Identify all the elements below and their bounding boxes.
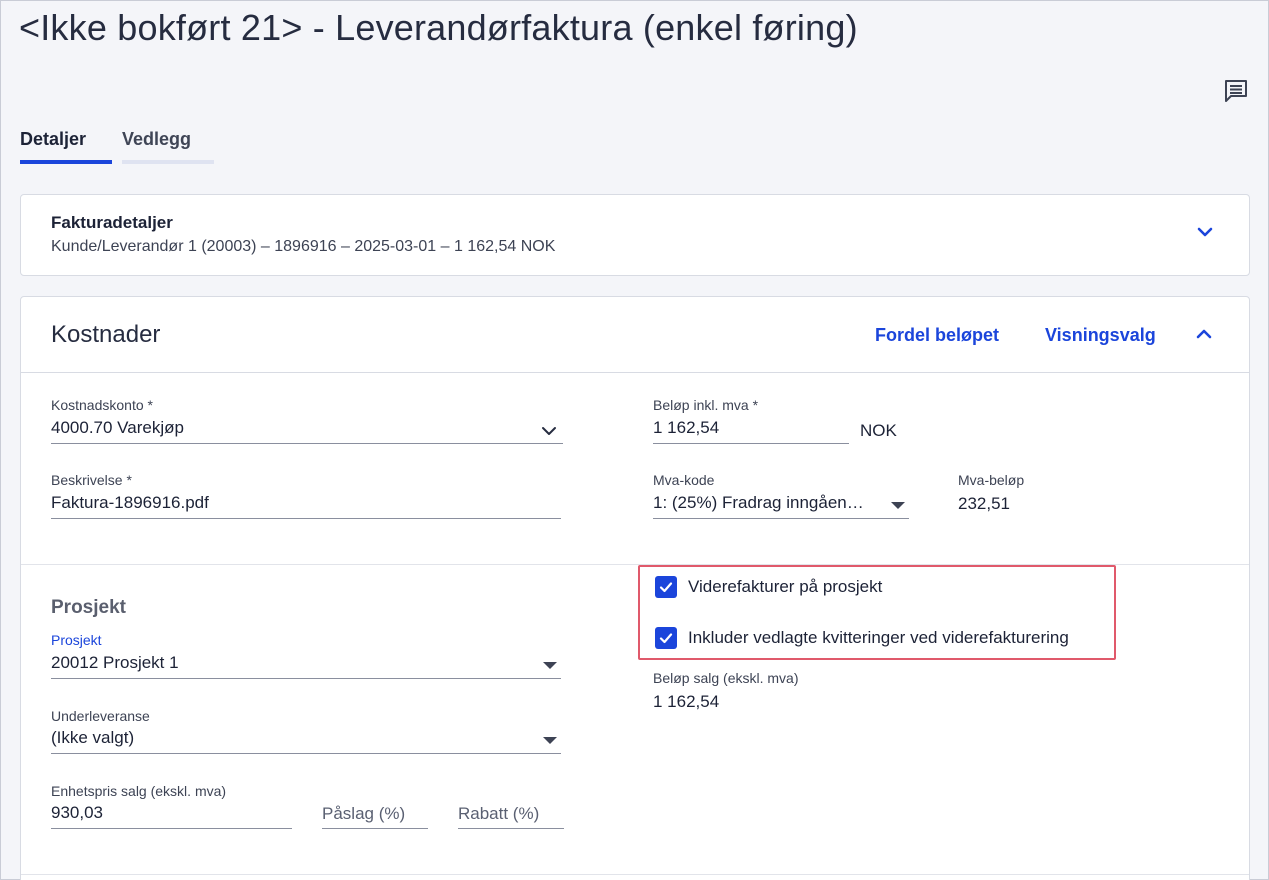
subdelivery-value: (Ikke valgt): [51, 728, 135, 747]
page-title: <Ikke bokført 21> - Leverandørfaktura (e…: [19, 7, 858, 48]
discount-placeholder: Rabatt (%): [458, 804, 540, 823]
dropdown-caret-icon: [543, 737, 557, 744]
project-label: Prosjekt: [51, 632, 102, 648]
markup-input[interactable]: Påslag (%): [322, 803, 428, 829]
invoice-details-summary: Kunde/Leverandør 1 (20003) – 1896916 – 2…: [51, 238, 556, 255]
vat-code-label: Mva-kode: [653, 472, 715, 488]
description-value: Faktura-1896916.pdf: [51, 493, 209, 512]
project-section-title: Prosjekt: [51, 597, 126, 618]
description-label: Beskrivelse *: [51, 472, 132, 488]
sales-amount-label: Beløp salg (ekskl. mva): [653, 670, 799, 686]
discount-input[interactable]: Rabatt (%): [458, 803, 564, 829]
chevron-down-icon[interactable]: [1195, 222, 1215, 242]
distribute-amount-link[interactable]: Fordel beløpet: [875, 325, 999, 346]
cost-account-value: 4000.70 Varekjøp: [51, 418, 184, 437]
comment-icon[interactable]: [1223, 79, 1249, 103]
costs-header: Kostnader Fordel beløpet Visningsvalg: [21, 297, 1249, 373]
unit-price-value: 930,03: [51, 803, 103, 822]
amount-incl-vat-input[interactable]: 1 162,54: [653, 418, 849, 444]
sales-amount-value: 1 162,54: [653, 692, 720, 711]
costs-title: Kostnader: [51, 321, 161, 348]
project-select[interactable]: 20012 Prosjekt 1: [51, 653, 561, 679]
markup-placeholder: Påslag (%): [322, 804, 406, 823]
invoice-details-title: Fakturadetaljer: [51, 213, 173, 232]
dropdown-caret-icon: [543, 662, 557, 669]
tab-attachments-label: Vedlegg: [122, 129, 192, 149]
rebill-checkbox[interactable]: [655, 576, 677, 598]
cost-account-select[interactable]: 4000.70 Varekjøp: [51, 418, 563, 444]
amount-incl-vat-value: 1 162,54: [653, 418, 720, 437]
cost-account-label: Kostnadskonto *: [51, 397, 153, 413]
vat-amount-value: 232,51: [958, 494, 1010, 513]
view-options-link[interactable]: Visningsvalg: [1045, 325, 1156, 346]
unit-price-label: Enhetspris salg (ekskl. mva): [51, 783, 227, 799]
tab-details[interactable]: Detaljer: [20, 127, 112, 164]
vat-code-select[interactable]: 1: (25%) Fradrag inngåen…: [653, 493, 909, 519]
subdelivery-select[interactable]: (Ikke valgt): [51, 728, 561, 754]
chevron-down-icon: [542, 427, 556, 435]
currency-label: NOK: [860, 421, 897, 440]
project-value: 20012 Prosjekt 1: [51, 653, 179, 672]
tab-attachments[interactable]: Vedlegg: [122, 127, 214, 164]
unit-price-input[interactable]: 930,03: [51, 803, 292, 829]
include-receipts-checkbox-label[interactable]: Inkluder vedlagte kvitteringer ved vider…: [688, 628, 1069, 648]
invoice-details-card[interactable]: Fakturadetaljer Kunde/Leverandør 1 (2000…: [20, 194, 1250, 276]
section-divider: [21, 874, 1249, 875]
include-receipts-checkbox[interactable]: [655, 627, 677, 649]
subdelivery-label: Underleveranse: [51, 708, 150, 724]
checkmark-icon: [659, 633, 673, 644]
vat-amount-label: Mva-beløp: [958, 472, 1025, 488]
rebill-checkbox-label[interactable]: Viderefakturer på prosjekt: [688, 577, 882, 597]
costs-card: Kostnader Fordel beløpet Visningsvalg Ko…: [20, 296, 1250, 880]
dropdown-caret-icon: [891, 502, 905, 509]
vat-code-value: 1: (25%) Fradrag inngåen…: [653, 493, 864, 512]
checkmark-icon: [659, 582, 673, 593]
tab-details-label: Detaljer: [20, 129, 87, 149]
chevron-up-icon[interactable]: [1194, 324, 1214, 344]
description-input[interactable]: Faktura-1896916.pdf: [51, 493, 561, 519]
amount-incl-vat-label: Beløp inkl. mva *: [653, 397, 759, 413]
